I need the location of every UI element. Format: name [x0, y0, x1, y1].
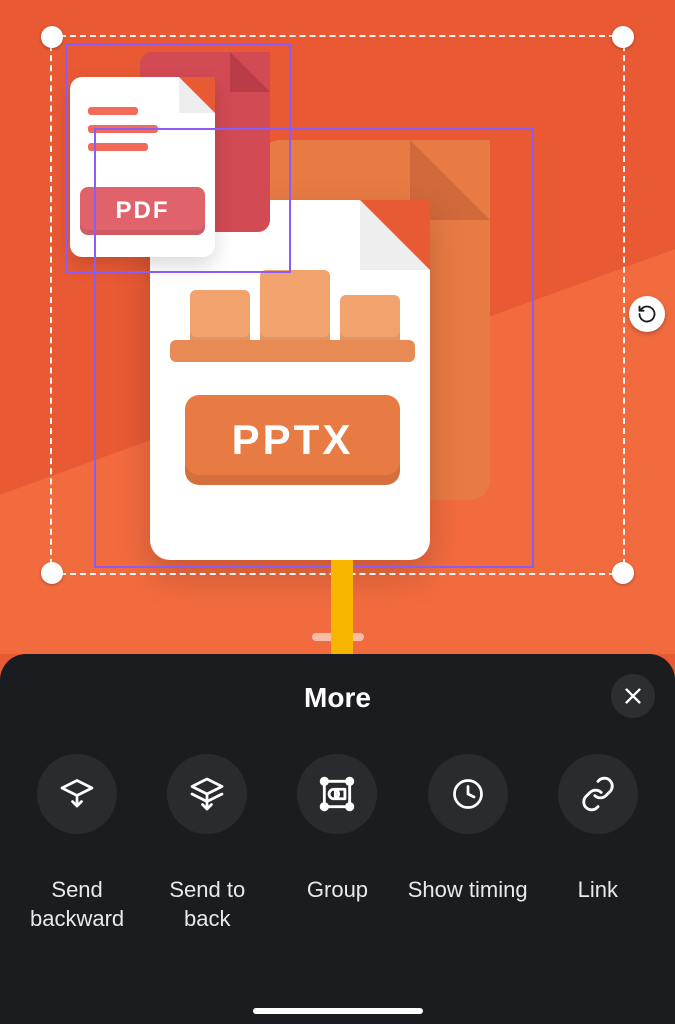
send-to-back-icon — [189, 776, 225, 812]
element-outline-pptx[interactable] — [94, 128, 534, 568]
action-show-timing[interactable]: Show timing — [408, 754, 528, 933]
link-icon — [579, 775, 617, 813]
home-indicator[interactable] — [253, 1008, 423, 1014]
more-actions-sheet: More Send backward — [0, 654, 675, 1024]
selection-handle-tl[interactable] — [41, 26, 63, 48]
action-send-backward[interactable]: Send backward — [17, 754, 137, 933]
selection-handle-tr[interactable] — [612, 26, 634, 48]
action-label: Link — [578, 876, 618, 905]
group-icon — [318, 775, 356, 813]
action-link[interactable]: Link — [538, 754, 658, 933]
rotate-icon — [637, 304, 657, 324]
selection-handle-bl[interactable] — [41, 562, 63, 584]
clock-icon — [450, 776, 486, 812]
rotate-button[interactable] — [629, 296, 665, 332]
close-sheet-button[interactable] — [611, 674, 655, 718]
selection-handle-br[interactable] — [612, 562, 634, 584]
action-send-to-back[interactable]: Send to back — [147, 754, 267, 933]
action-label: Show timing — [408, 876, 528, 905]
close-icon — [622, 685, 644, 707]
action-group[interactable]: Group — [277, 754, 397, 933]
app-root: PPTX PDF — [0, 0, 675, 1024]
send-backward-icon — [59, 776, 95, 812]
action-label: Send to back — [169, 876, 245, 933]
design-canvas[interactable]: PPTX PDF — [0, 0, 675, 654]
action-label: Send backward — [30, 876, 124, 933]
action-label: Group — [307, 876, 368, 905]
actions-row: Send backward Send to back — [0, 754, 675, 933]
sheet-title: More — [0, 682, 675, 714]
